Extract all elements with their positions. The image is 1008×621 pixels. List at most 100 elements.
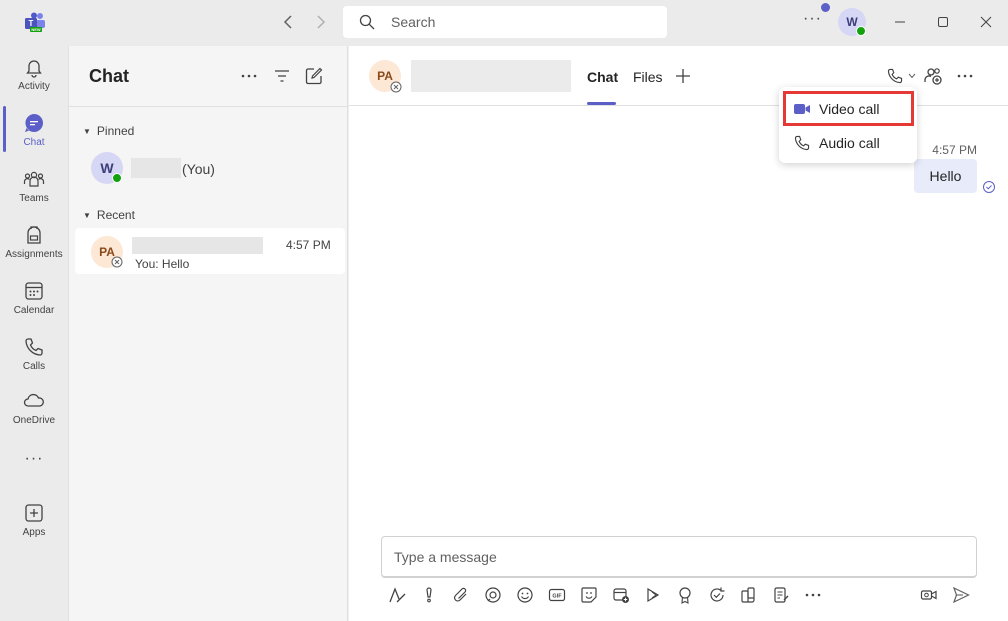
add-app-icon <box>25 504 43 522</box>
rail-item-calendar[interactable]: Calendar <box>0 274 68 326</box>
rail-label: Activity <box>18 81 50 92</box>
compose-box[interactable] <box>381 536 977 578</box>
chat-list-panel: Chat ▼ Pinned W (You) ▼ Recent PA 4:57 P… <box>68 46 349 621</box>
whiteboard-icon[interactable] <box>739 585 759 605</box>
tab-files[interactable]: Files <box>633 69 663 85</box>
svg-text:GIF: GIF <box>552 594 562 600</box>
rail-label: Calls <box>22 361 46 372</box>
redacted-contact-name <box>411 60 571 92</box>
new-chat-icon[interactable] <box>304 66 324 86</box>
message-timestamp: 4:57 PM <box>932 143 977 157</box>
rail-item-activity[interactable]: Activity <box>0 50 68 102</box>
more-options-icon[interactable] <box>239 66 259 86</box>
recent-section-header[interactable]: ▼ Recent <box>83 208 135 222</box>
phone-icon <box>887 68 903 84</box>
important-icon[interactable] <box>419 585 439 605</box>
presence-offline-icon <box>390 81 402 93</box>
teams-logo-icon: T NEW <box>25 12 45 32</box>
svg-text:NEW: NEW <box>31 27 41 32</box>
teams-icon <box>23 171 45 187</box>
rail-item-chat[interactable]: Chat <box>0 106 68 158</box>
chat-preview: You: Hello <box>135 257 190 271</box>
close-icon[interactable] <box>974 10 998 34</box>
redacted-name <box>132 237 263 254</box>
format-icon[interactable] <box>387 585 407 605</box>
chat-time: 4:57 PM <box>286 238 331 252</box>
search-icon <box>359 14 375 30</box>
rail-label: Calendar <box>13 305 55 316</box>
recent-chat-item[interactable]: PA 4:57 PM You: Hello <box>75 228 345 274</box>
chat-list-divider <box>69 106 349 107</box>
loop-icon[interactable] <box>483 585 503 605</box>
backpack-icon <box>27 226 41 244</box>
recent-label: Recent <box>96 208 135 222</box>
add-tab-icon[interactable] <box>673 66 693 86</box>
more-icon: ··· <box>24 450 44 467</box>
emoji-icon[interactable] <box>515 585 535 605</box>
rail-item-assignments[interactable]: Assignments <box>0 218 68 270</box>
title-bar: T NEW Search ··· W <box>0 0 1008 46</box>
schedule-meeting-icon[interactable] <box>611 585 631 605</box>
profile-initial: W <box>846 15 858 29</box>
rail-item-apps[interactable]: Apps <box>0 496 68 548</box>
message-bubble[interactable]: Hello <box>914 159 977 193</box>
rail-item-onedrive[interactable]: OneDrive <box>0 384 68 436</box>
attach-icon[interactable] <box>451 585 471 605</box>
forward-arrow-icon[interactable] <box>311 12 331 32</box>
rail-label: Assignments <box>5 249 63 260</box>
presence-available-icon <box>856 26 866 36</box>
approvals-icon[interactable] <box>707 585 727 605</box>
app-rail: Activity Chat Teams Assignments Calendar… <box>0 46 68 621</box>
minimize-icon[interactable] <box>888 10 912 34</box>
forms-icon[interactable] <box>771 585 791 605</box>
message-text: Hello <box>929 168 962 184</box>
redacted-name <box>131 158 181 178</box>
sent-check-icon <box>983 181 995 193</box>
add-people-icon[interactable] <box>923 66 943 86</box>
you-label: (You) <box>182 161 215 177</box>
message-input[interactable] <box>394 548 954 565</box>
rail-label: Apps <box>22 527 46 538</box>
back-arrow-icon[interactable] <box>278 12 298 32</box>
rail-label: Teams <box>19 193 49 204</box>
filter-icon[interactable] <box>272 66 292 86</box>
avatar-initial: W <box>100 160 114 176</box>
pinned-section-header[interactable]: ▼ Pinned <box>83 124 134 138</box>
audio-call-label: Audio call <box>819 135 880 151</box>
gif-icon[interactable]: GIF <box>547 585 567 605</box>
chat-list-title: Chat <box>89 66 129 86</box>
rail-item-teams[interactable]: Teams <box>0 162 68 214</box>
cloud-icon <box>23 393 44 407</box>
presence-offline-icon <box>111 256 123 268</box>
rail-more-button[interactable]: ··· <box>0 446 68 476</box>
video-clip-icon[interactable] <box>919 585 939 605</box>
pinned-label: Pinned <box>96 124 135 138</box>
menu-item-audio-call[interactable]: Audio call <box>783 127 913 159</box>
stream-icon[interactable] <box>643 585 663 605</box>
sticker-icon[interactable] <box>579 585 599 605</box>
calendar-icon <box>25 282 43 300</box>
notification-dot <box>821 3 830 12</box>
bell-icon <box>26 60 42 78</box>
highlight-annotation <box>783 91 914 126</box>
tab-chat[interactable]: Chat <box>587 69 618 85</box>
search-input[interactable]: Search <box>343 6 667 38</box>
send-icon[interactable] <box>951 585 971 605</box>
caret-down-icon: ▼ <box>83 210 91 220</box>
phone-icon <box>25 338 43 356</box>
settings-more-icon[interactable]: ··· <box>803 10 822 28</box>
rail-label: Chat <box>23 137 45 148</box>
phone-icon <box>794 135 810 151</box>
more-options-icon[interactable] <box>955 66 975 86</box>
chat-icon <box>25 114 43 132</box>
pinned-chat-item[interactable]: W (You) <box>75 146 345 190</box>
active-tab-indicator <box>587 102 616 105</box>
rail-item-calls[interactable]: Calls <box>0 330 68 382</box>
call-dropdown-button[interactable] <box>883 66 919 86</box>
more-apps-icon[interactable] <box>803 585 823 605</box>
caret-down-icon: ▼ <box>83 126 91 136</box>
presence-available-icon <box>112 173 122 183</box>
praise-icon[interactable] <box>675 585 695 605</box>
maximize-icon[interactable] <box>931 10 955 34</box>
rail-label: OneDrive <box>12 415 56 426</box>
